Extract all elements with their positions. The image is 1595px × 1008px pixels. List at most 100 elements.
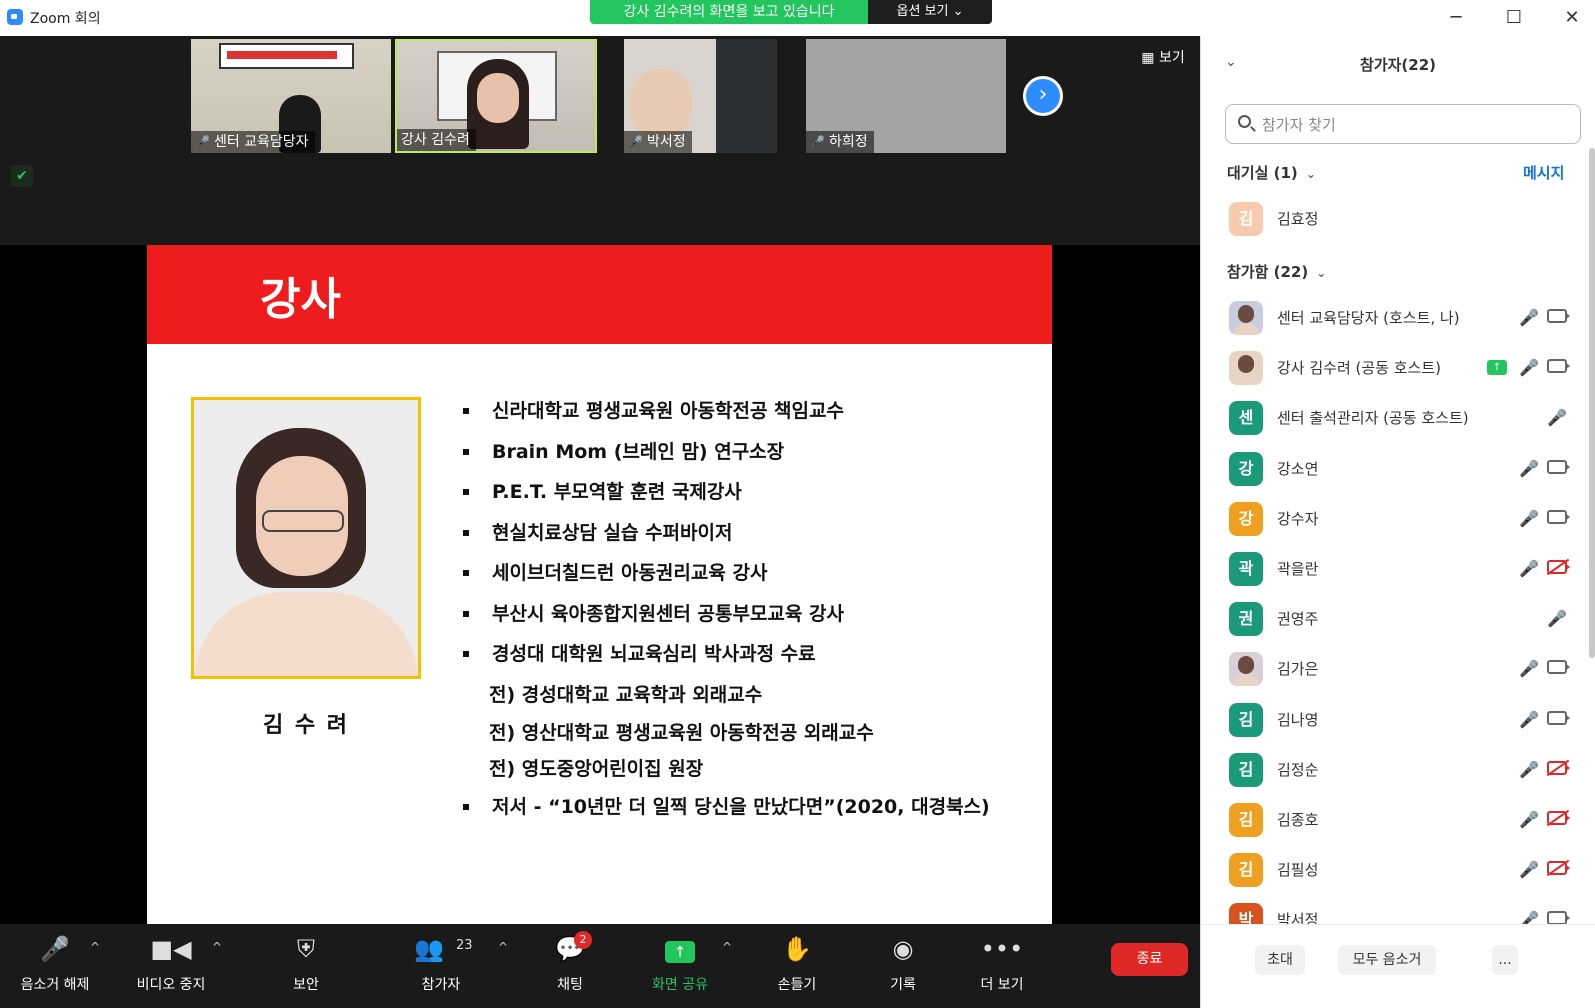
- participants-count: 23: [456, 938, 473, 953]
- participant-row[interactable]: 김 김필성 🎤: [1201, 845, 1581, 895]
- avatar: 곽: [1229, 552, 1263, 586]
- participant-row[interactable]: 권 권영주 🎤: [1201, 594, 1581, 644]
- video-camera-icon[interactable]: [1547, 459, 1570, 474]
- participant-row[interactable]: 센 센터 출석관리자 (공동 호스트) 🎤: [1201, 393, 1581, 443]
- credential-item: P.E.T. 부모역할 훈련 국제강사: [462, 472, 1042, 513]
- participant-row[interactable]: 김 김나영 🎤: [1201, 695, 1581, 745]
- participants-button[interactable]: 👥 23 참가자: [406, 924, 476, 1008]
- close-button[interactable]: ✕: [1552, 4, 1592, 32]
- avatar: 김: [1229, 752, 1263, 787]
- participant-face: [477, 73, 519, 123]
- video-options-caret[interactable]: ^: [208, 924, 228, 1008]
- ellipsis-icon: •••: [980, 935, 1024, 963]
- participants-options-caret[interactable]: ^: [494, 924, 514, 1008]
- video-thumbnail[interactable]: 🎤 센터 교육담당자: [191, 39, 391, 153]
- slide-header: 강사: [147, 245, 1052, 344]
- mic-muted-icon[interactable]: 🎤: [1519, 559, 1539, 578]
- presentation-slide: 강사 김 수 려 신라대학교 평생교육원 아동학전공 책임교수 Brain Mom…: [147, 245, 1052, 924]
- participant-name: 강사 김수려 (공동 호스트): [1277, 359, 1442, 378]
- credential-sub-item: 전) 영산대학교 평생교육원 아동학전공 외래교수: [489, 722, 874, 744]
- video-thumbnail[interactable]: 🎤 박서정: [624, 39, 777, 153]
- video-off-icon[interactable]: [1547, 560, 1570, 574]
- shield-icon: ⛨: [297, 935, 315, 963]
- view-button[interactable]: ▦ 보기: [1132, 44, 1194, 72]
- participant-row[interactable]: 센터 교육담당자 (호스트, 나) 🎤: [1201, 293, 1581, 343]
- mic-muted-icon[interactable]: 🎤: [1519, 509, 1539, 528]
- video-camera-icon[interactable]: [1547, 309, 1570, 323]
- thumbnail-name: 강사 김수려: [401, 132, 470, 148]
- share-options-caret[interactable]: ^: [718, 924, 738, 1008]
- video-off-icon[interactable]: [1547, 760, 1570, 775]
- invite-button[interactable]: 초대: [1255, 945, 1305, 975]
- video-off-icon[interactable]: [1547, 861, 1570, 876]
- video-camera-icon[interactable]: [1547, 660, 1570, 675]
- mic-icon[interactable]: 🎤: [1519, 358, 1539, 377]
- participant-name: 김나영: [1277, 710, 1319, 729]
- video-camera-icon[interactable]: [1547, 710, 1570, 725]
- video-thumbnail-active-speaker[interactable]: 강사 김수려: [395, 39, 597, 153]
- caret-up-icon: ^: [498, 940, 509, 954]
- participant-row[interactable]: 강 강소연 🎤: [1201, 444, 1581, 494]
- joined-label: 참가함 (22): [1227, 263, 1309, 281]
- more-button[interactable]: ••• 더 보기: [972, 924, 1032, 1008]
- joined-header[interactable]: 참가함 (22) ⌄: [1227, 261, 1326, 282]
- mic-muted-icon: 🎤: [810, 135, 825, 149]
- participant-list-scrollbar[interactable]: [1589, 148, 1595, 658]
- minimize-button[interactable]: ─: [1436, 4, 1476, 32]
- mic-muted-icon[interactable]: 🎤: [1519, 810, 1539, 829]
- search-input[interactable]: [1262, 113, 1562, 137]
- instructor-name: 김 수 려: [262, 713, 350, 738]
- mic-muted-icon[interactable]: 🎤: [1519, 659, 1539, 678]
- audio-options-caret[interactable]: ^: [86, 924, 106, 1008]
- mic-muted-icon[interactable]: 🎤: [1519, 860, 1539, 879]
- caret-up-icon: ^: [722, 940, 733, 954]
- credential-item: 경성대 대학원 뇌교육심리 박사과정 수료: [462, 634, 1042, 675]
- security-button[interactable]: ⛨ 보안: [281, 924, 331, 1008]
- stop-video-button[interactable]: ■◀ 비디오 중지: [126, 924, 216, 1008]
- credential-item: 현실치료상담 실습 수퍼바이저: [462, 513, 1042, 554]
- message-waiting-room-link[interactable]: 메시지: [1523, 162, 1564, 183]
- record-button[interactable]: ◉ 기록: [878, 924, 928, 1008]
- end-meeting-button[interactable]: 종료: [1111, 943, 1188, 976]
- participant-name: 권영주: [1277, 610, 1319, 629]
- video-off-icon[interactable]: [1547, 811, 1570, 825]
- video-camera-icon[interactable]: [1547, 509, 1570, 524]
- share-screen-button[interactable]: ↑ 화면 공유: [645, 924, 715, 1008]
- maximize-button[interactable]: ☐: [1494, 4, 1534, 32]
- mic-muted-icon[interactable]: 🎤: [1519, 308, 1539, 327]
- participant-name: 강수자: [1277, 509, 1319, 528]
- waiting-participant-row[interactable]: 김 김효정: [1201, 194, 1581, 244]
- view-options-button[interactable]: 옵션 보기 ⌄: [868, 0, 992, 24]
- thumbnail-name-tag: 강사 김수려: [397, 129, 476, 151]
- search-icon: [1238, 115, 1251, 128]
- participant-row[interactable]: 강사 김수려 (공동 호스트) ↑ 🎤: [1201, 343, 1581, 393]
- participant-row[interactable]: 곽 곽을란 🎤: [1201, 544, 1581, 594]
- thumbnail-name-tag: 🎤 센터 교육담당자: [191, 131, 315, 153]
- participant-row[interactable]: 강 강수자 🎤: [1201, 494, 1581, 544]
- participants-label: 참가자: [421, 977, 461, 993]
- video-thumbnail[interactable]: 🎤 하희정: [806, 39, 1006, 153]
- waiting-room-header[interactable]: 대기실 (1) ⌄: [1227, 162, 1316, 183]
- chat-button[interactable]: 💬 2 채팅: [550, 924, 592, 1008]
- title-bar: Zoom 회의 강사 김수려의 화면을 보고 있습니다 옵션 보기 ⌄ ─ ☐ …: [0, 0, 1595, 36]
- more-options-button[interactable]: ...: [1492, 945, 1518, 975]
- participant-row[interactable]: 김 김정순 🎤: [1201, 745, 1581, 795]
- thumbnail-name-tag: 🎤 박서정: [624, 131, 692, 153]
- record-label: 기록: [890, 977, 916, 993]
- mute-all-button[interactable]: 모두 음소거: [1338, 945, 1436, 975]
- video-camera-icon[interactable]: [1547, 359, 1570, 374]
- mic-muted-icon[interactable]: 🎤: [1519, 710, 1539, 729]
- mic-muted-icon[interactable]: 🎤: [1519, 459, 1539, 478]
- mic-muted-icon[interactable]: 🎤: [1547, 408, 1567, 427]
- next-page-button[interactable]: ›: [1023, 76, 1063, 116]
- participant-row[interactable]: 김 김종호 🎤: [1201, 795, 1581, 845]
- encryption-shield-icon[interactable]: ✔: [11, 165, 33, 187]
- meeting-area: 🎤 센터 교육담당자 강사 김수려 🎤 박서정 🎤 하희정 › ▦ 보기 ✔ 강사: [0, 36, 1200, 924]
- participant-row[interactable]: 김가은 🎤: [1201, 644, 1581, 694]
- participant-search[interactable]: [1225, 104, 1581, 144]
- zoom-app-icon: [7, 9, 23, 25]
- mic-muted-icon[interactable]: 🎤: [1547, 609, 1567, 628]
- raise-hand-button[interactable]: ✋ 손들기: [770, 924, 824, 1008]
- mic-muted-icon[interactable]: 🎤: [1519, 760, 1539, 779]
- credential-list: 신라대학교 평생교육원 아동학전공 책임교수 Brain Mom (브레인 맘) …: [462, 391, 1042, 828]
